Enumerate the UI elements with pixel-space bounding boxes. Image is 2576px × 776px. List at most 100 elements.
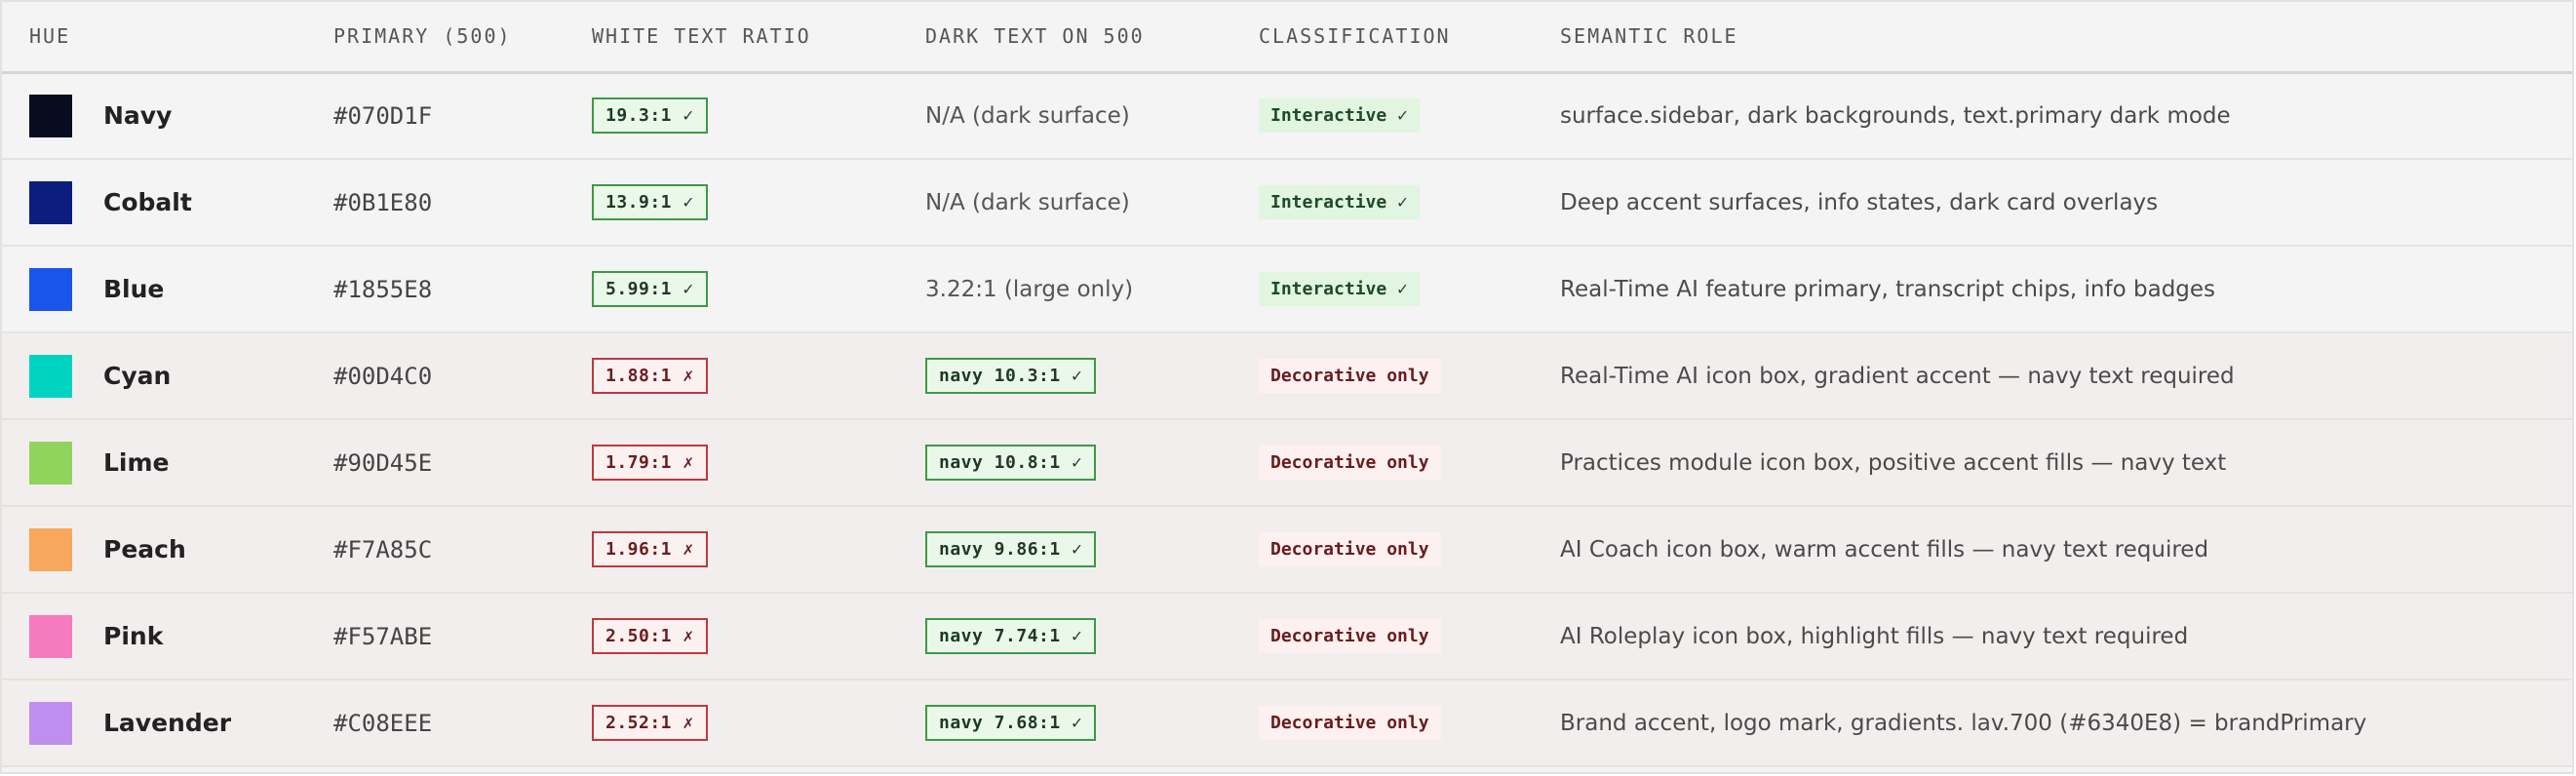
hue-cell-content: Cobalt (29, 180, 307, 224)
dark-text-pass-badge: navy 7.74:1 ✓ (925, 618, 1097, 654)
dark-text-cell: navy 7.74:1 ✓ (925, 593, 1259, 680)
decorative-only-badge: Decorative only (1259, 532, 1441, 566)
decorative-only-badge: Decorative only (1259, 619, 1441, 653)
primary-hex-value: #F57ABE (333, 622, 433, 650)
dark-text-cell: N/A (dark surface) (925, 72, 1259, 160)
primary-cell: #F57ABE (307, 593, 592, 680)
semantic-role-cell: Brand accent, logo mark, gradients. lav.… (1560, 679, 2572, 767)
primary-cell: #90D45E (307, 419, 592, 507)
white-ratio-cell: 1.96:1 ✗ (592, 506, 925, 594)
dark-text-pass-badge: navy 10.3:1 ✓ (925, 358, 1097, 394)
primary-cell: #F7A85C (307, 506, 592, 594)
dark-text-pass-badge: navy 9.86:1 ✓ (925, 531, 1097, 567)
classification-cell: Decorative only (1259, 419, 1560, 507)
classification-cell: Decorative only (1259, 679, 1560, 767)
interactive-badge: Interactive ✓ (1259, 185, 1420, 219)
dark-text-value: 3.22:1 (large only) (925, 276, 1134, 302)
dark-text-cell: navy 10.8:1 ✓ (925, 419, 1259, 507)
header-classification: CLASSIFICATION (1259, 2, 1560, 74)
white-ratio-fail-badge: 2.52:1 ✗ (592, 705, 708, 741)
table-body: Navy #070D1F 19.3:1 ✓ N/A (dark surface) Int… (2, 72, 2572, 767)
interactive-badge: Interactive ✓ (1259, 98, 1420, 134)
primary-hex-value: #070D1F (333, 101, 433, 130)
classification-cell: Interactive ✓ (1259, 159, 1560, 247)
color-palette-table: HUE PRIMARY (500) WHITE TEXT RATIO DARK … (2, 2, 2572, 767)
hue-cell: Lime (2, 419, 307, 507)
classification-cell: Interactive ✓ (1259, 72, 1560, 160)
white-ratio-pass-badge: 13.9:1 ✓ (592, 184, 708, 220)
table-row: Pink #F57ABE 2.50:1 ✗ navy 7.74:1 ✓ Decorati… (2, 593, 2572, 680)
white-ratio-cell: 13.9:1 ✓ (592, 159, 925, 247)
white-ratio-cell: 2.50:1 ✗ (592, 593, 925, 680)
semantic-role-text: Brand accent, logo mark, gradients. lav.… (1560, 710, 2367, 736)
header-white-text-ratio: WHITE TEXT RATIO (592, 2, 925, 74)
dark-text-cell: navy 9.86:1 ✓ (925, 506, 1259, 594)
table-row: Cobalt #0B1E80 13.9:1 ✓ N/A (dark surface) I… (2, 159, 2572, 247)
table-row: Cyan #00D4C0 1.88:1 ✗ navy 10.3:1 ✓ Decorati… (2, 332, 2572, 420)
white-ratio-cell: 5.99:1 ✓ (592, 246, 925, 333)
white-ratio-fail-badge: 1.79:1 ✗ (592, 445, 708, 481)
header-semantic-role: SEMANTIC ROLE (1560, 2, 2572, 74)
dark-text-cell: 3.22:1 (large only) (925, 246, 1259, 333)
semantic-role-cell: surface.sidebar, dark backgrounds, text.… (1560, 72, 2572, 160)
color-palette-table-container: HUE PRIMARY (500) WHITE TEXT RATIO DARK … (0, 0, 2574, 774)
color-swatch (29, 441, 72, 485)
primary-hex-value: #00D4C0 (333, 362, 433, 390)
primary-cell: #C08EEE (307, 679, 592, 767)
hue-cell: Pink (2, 593, 307, 680)
hue-cell: Blue (2, 246, 307, 333)
table-row: Peach #F7A85C 1.96:1 ✗ navy 9.86:1 ✓ Decorat… (2, 506, 2572, 594)
header-dark-text-on-500: DARK TEXT ON 500 (925, 2, 1259, 74)
primary-hex-value: #1855E8 (333, 275, 433, 303)
primary-hex-value: #C08EEE (333, 709, 433, 737)
semantic-role-text: Real-Time AI feature primary, transcript… (1560, 276, 2216, 302)
white-ratio-cell: 2.52:1 ✗ (592, 679, 925, 767)
dark-text-pass-badge: navy 7.68:1 ✓ (925, 705, 1097, 741)
hue-name: Cobalt (103, 188, 192, 216)
table-row: Lavender #C08EEE 2.52:1 ✗ navy 7.68:1 ✓ Deco… (2, 679, 2572, 767)
color-swatch (29, 180, 72, 224)
table-header-row: HUE PRIMARY (500) WHITE TEXT RATIO DARK … (2, 2, 2572, 74)
primary-cell: #070D1F (307, 72, 592, 160)
dark-text-cell: navy 7.68:1 ✓ (925, 679, 1259, 767)
semantic-role-text: Practices module icon box, positive acce… (1560, 449, 2227, 476)
table-row: Blue #1855E8 5.99:1 ✓ 3.22:1 (large only) In… (2, 246, 2572, 333)
semantic-role-text: Real-Time AI icon box, gradient accent —… (1560, 363, 2235, 389)
semantic-role-text: Deep accent surfaces, info states, dark … (1560, 189, 2159, 215)
dark-text-pass-badge: navy 10.8:1 ✓ (925, 445, 1097, 481)
decorative-only-badge: Decorative only (1259, 706, 1441, 740)
hue-cell: Peach (2, 506, 307, 594)
hue-name: Navy (103, 101, 173, 131)
semantic-role-text: surface.sidebar, dark backgrounds, text.… (1560, 102, 2231, 129)
hue-cell-content: Blue (29, 267, 307, 311)
white-ratio-fail-badge: 1.88:1 ✗ (592, 358, 708, 394)
color-swatch (29, 614, 72, 658)
semantic-role-text: AI Roleplay icon box, highlight fills — … (1560, 623, 2189, 649)
hue-cell: Navy (2, 72, 307, 160)
hue-name: Lime (103, 448, 170, 477)
hue-cell-content: Lavender (29, 701, 307, 745)
semantic-role-text: AI Coach icon box, warm accent fills — n… (1560, 536, 2209, 563)
hue-cell: Lavender (2, 679, 307, 767)
white-ratio-fail-badge: 1.96:1 ✗ (592, 531, 708, 567)
primary-cell: #1855E8 (307, 246, 592, 333)
primary-cell: #0B1E80 (307, 159, 592, 247)
color-swatch (29, 527, 72, 571)
hue-cell-content: Navy (29, 94, 307, 137)
white-ratio-cell: 1.88:1 ✗ (592, 332, 925, 420)
hue-name: Peach (103, 535, 186, 563)
classification-cell: Decorative only (1259, 593, 1560, 680)
color-swatch (29, 354, 72, 398)
hue-name: Blue (103, 275, 165, 303)
white-ratio-pass-badge: 5.99:1 ✓ (592, 271, 708, 307)
dark-text-cell: N/A (dark surface) (925, 159, 1259, 247)
classification-cell: Interactive ✓ (1259, 246, 1560, 333)
classification-cell: Decorative only (1259, 332, 1560, 420)
color-swatch (29, 701, 72, 745)
primary-hex-value: #90D45E (333, 448, 433, 477)
hue-cell: Cyan (2, 332, 307, 420)
decorative-only-badge: Decorative only (1259, 446, 1441, 480)
semantic-role-cell: Deep accent surfaces, info states, dark … (1560, 159, 2572, 247)
primary-cell: #00D4C0 (307, 332, 592, 420)
semantic-role-cell: Real-Time AI feature primary, transcript… (1560, 246, 2572, 333)
